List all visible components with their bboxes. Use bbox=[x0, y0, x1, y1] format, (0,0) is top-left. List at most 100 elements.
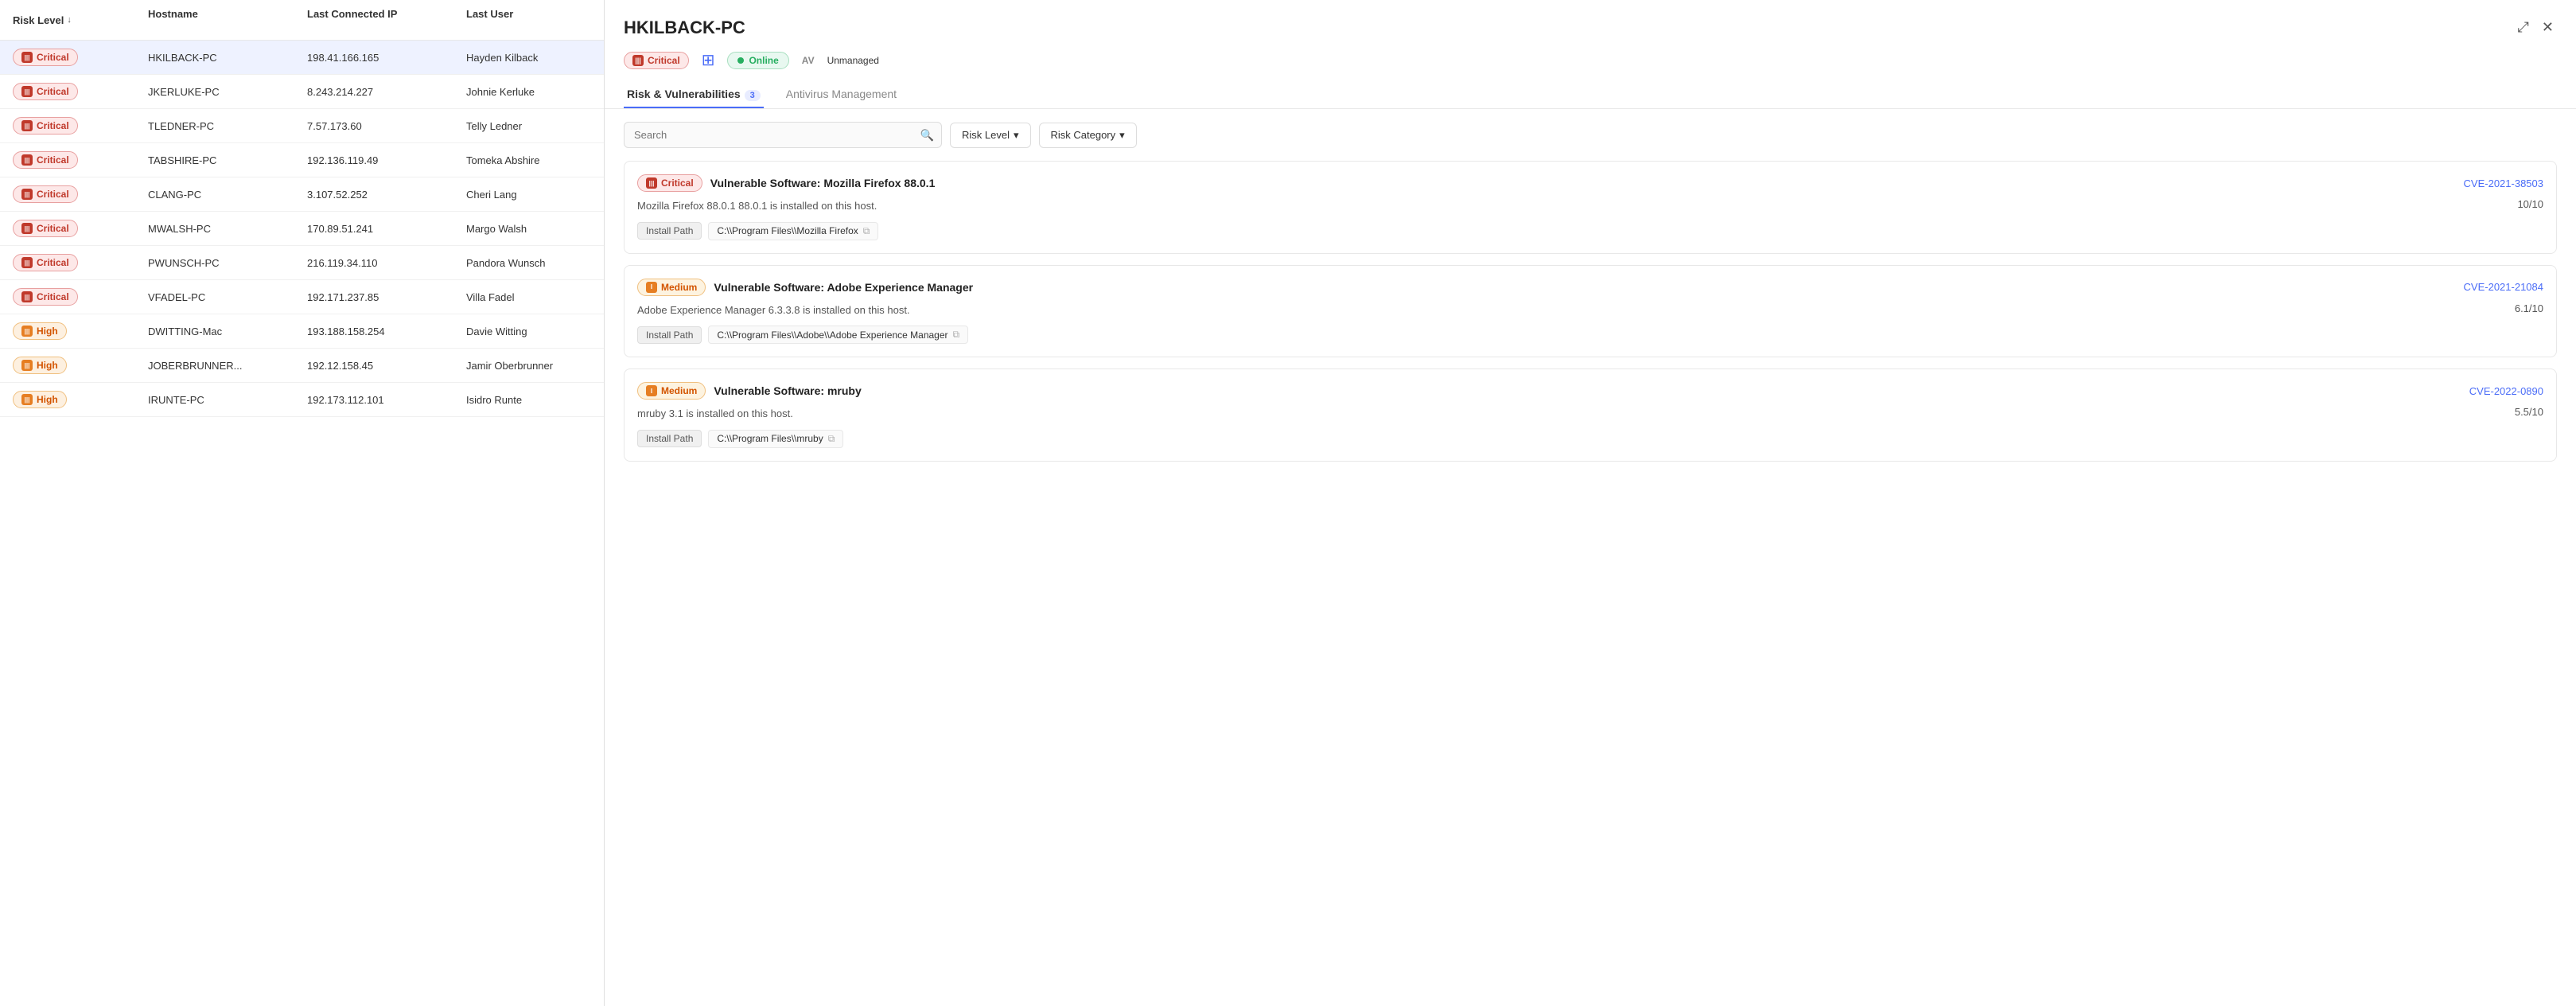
table-row[interactable]: ||| Critical CLANG-PC 3.107.52.252 Cheri… bbox=[0, 177, 604, 212]
vuln-description: Adobe Experience Manager 6.3.3.8 is inst… bbox=[637, 302, 968, 318]
table-row[interactable]: ||| Critical VFADEL-PC 192.171.237.85 Vi… bbox=[0, 280, 604, 314]
install-path-label: Install Path bbox=[637, 430, 702, 447]
last-connected-ip-column-header: Last Connected IP bbox=[307, 8, 466, 32]
risk-badge: ||| Critical bbox=[13, 151, 78, 169]
cve-link[interactable]: CVE-2021-38503 bbox=[2464, 177, 2543, 189]
search-filter-row: 🔍 Risk Level ▾ Risk Category ▾ bbox=[624, 122, 2557, 148]
risk-badge: ||| Critical bbox=[13, 220, 78, 237]
vuln-title: Vulnerable Software: mruby bbox=[714, 384, 861, 397]
ip-cell: 7.57.173.60 bbox=[307, 120, 466, 132]
ip-cell: 170.89.51.241 bbox=[307, 223, 466, 235]
sort-icon: ↓ bbox=[67, 15, 72, 25]
user-cell: Johnie Kerluke bbox=[466, 86, 604, 98]
ip-cell: 3.107.52.252 bbox=[307, 189, 466, 201]
device-detail-panel: HKILBACK-PC ⤢ ✕ ||| Critical ⊞ Online AV… bbox=[605, 0, 2576, 1006]
search-input[interactable] bbox=[624, 122, 942, 148]
expand-button[interactable]: ⤢ bbox=[2515, 16, 2532, 39]
critical-badge-icon: ||| bbox=[632, 55, 644, 66]
table-row[interactable]: ||| High JOBERBRUNNER... 192.12.158.45 J… bbox=[0, 349, 604, 383]
vuln-score: 10/10 bbox=[2517, 198, 2543, 210]
user-cell: Cheri Lang bbox=[466, 189, 604, 201]
medium-icon: I bbox=[646, 282, 657, 293]
vulnerability-list: ||| Critical Vulnerable Software: Mozill… bbox=[624, 161, 2557, 462]
detail-content: 🔍 Risk Level ▾ Risk Category ▾ ||| Criti… bbox=[605, 109, 2576, 1006]
copy-icon[interactable]: ⧉ bbox=[953, 329, 960, 341]
risk-cell: ||| Critical bbox=[13, 49, 148, 66]
copy-icon[interactable]: ⧉ bbox=[828, 433, 835, 445]
risk-level-filter[interactable]: Risk Level ▾ bbox=[950, 123, 1031, 148]
install-path-label: Install Path bbox=[637, 326, 702, 344]
device-risk-badge: ||| Critical bbox=[624, 52, 689, 69]
device-status-label: Online bbox=[749, 55, 778, 66]
tab-count: 3 bbox=[745, 90, 761, 101]
table-header: Risk Level ↓ Hostname Last Connected IP … bbox=[0, 0, 604, 41]
tab-risk-&-vulnerabilities[interactable]: Risk & Vulnerabilities3 bbox=[624, 81, 764, 108]
user-cell: Isidro Runte bbox=[466, 394, 604, 406]
ip-cell: 192.173.112.101 bbox=[307, 394, 466, 406]
install-path-value: C:\\Program Files\\Adobe\\Adobe Experien… bbox=[708, 326, 968, 344]
user-cell: Margo Walsh bbox=[466, 223, 604, 235]
chevron-down-icon-2: ▾ bbox=[1119, 129, 1125, 142]
cve-link[interactable]: CVE-2022-0890 bbox=[2469, 385, 2543, 397]
copy-icon[interactable]: ⧉ bbox=[863, 225, 870, 237]
risk-category-filter[interactable]: Risk Category ▾ bbox=[1039, 123, 1137, 148]
table-row[interactable]: ||| Critical TABSHIRE-PC 192.136.119.49 … bbox=[0, 143, 604, 177]
risk-badge: ||| Critical bbox=[13, 49, 78, 66]
user-cell: Hayden Kilback bbox=[466, 52, 604, 64]
device-detail-header: HKILBACK-PC ⤢ ✕ ||| Critical ⊞ Online AV… bbox=[605, 0, 2576, 109]
ip-cell: 192.136.119.49 bbox=[307, 154, 466, 166]
device-status-badge: Online bbox=[727, 52, 788, 69]
table-row[interactable]: ||| High IRUNTE-PC 192.173.112.101 Isidr… bbox=[0, 383, 604, 417]
risk-icon: ||| bbox=[21, 120, 33, 131]
hostname-cell: TABSHIRE-PC bbox=[148, 154, 307, 166]
risk-badge: ||| Critical bbox=[13, 254, 78, 271]
tab-antivirus-management[interactable]: Antivirus Management bbox=[783, 81, 900, 108]
cve-link[interactable]: CVE-2021-21084 bbox=[2464, 281, 2543, 293]
risk-cell: ||| Critical bbox=[13, 220, 148, 237]
table-row[interactable]: ||| High DWITTING-Mac 193.188.158.254 Da… bbox=[0, 314, 604, 349]
ip-cell: 192.171.237.85 bbox=[307, 291, 466, 303]
detail-tabs: Risk & Vulnerabilities3 Antivirus Managem… bbox=[624, 81, 2557, 108]
risk-cell: ||| High bbox=[13, 357, 148, 374]
user-cell: Telly Ledner bbox=[466, 120, 604, 132]
ip-cell: 198.41.166.165 bbox=[307, 52, 466, 64]
risk-icon: ||| bbox=[21, 52, 33, 63]
av-value: Unmanaged bbox=[827, 55, 879, 66]
online-dot bbox=[737, 57, 744, 64]
vuln-body: Mozilla Firefox 88.0.1 88.0.1 is install… bbox=[637, 198, 2543, 240]
vuln-risk-badge: ||| Critical bbox=[637, 174, 702, 192]
hostname-cell: HKILBACK-PC bbox=[148, 52, 307, 64]
vuln-body: mruby 3.1 is installed on this host. Ins… bbox=[637, 406, 2543, 448]
risk-cell: ||| Critical bbox=[13, 254, 148, 271]
vuln-score: 6.1/10 bbox=[2515, 302, 2543, 314]
risk-icon: ||| bbox=[21, 86, 33, 97]
risk-icon: ||| bbox=[21, 394, 33, 405]
risk-level-column-header[interactable]: Risk Level ↓ bbox=[13, 8, 148, 32]
table-row[interactable]: ||| Critical HKILBACK-PC 198.41.166.165 … bbox=[0, 41, 604, 75]
risk-cell: ||| Critical bbox=[13, 288, 148, 306]
install-path-row: Install Path C:\\Program Files\\Mozilla … bbox=[637, 222, 878, 240]
risk-badge: ||| Critical bbox=[13, 83, 78, 100]
risk-badge: ||| Critical bbox=[13, 117, 78, 135]
close-button[interactable]: ✕ bbox=[2539, 16, 2557, 39]
install-path-row: Install Path C:\\Program Files\\Adobe\\A… bbox=[637, 326, 968, 344]
risk-level-label: Risk Level bbox=[13, 14, 64, 26]
detail-title-row: HKILBACK-PC ⤢ ✕ bbox=[624, 16, 2557, 39]
table-row[interactable]: ||| Critical JKERLUKE-PC 8.243.214.227 J… bbox=[0, 75, 604, 109]
vuln-description: Mozilla Firefox 88.0.1 88.0.1 is install… bbox=[637, 198, 878, 214]
risk-badge: ||| High bbox=[13, 357, 67, 374]
risk-icon: ||| bbox=[21, 189, 33, 200]
detail-actions: ⤢ ✕ bbox=[2515, 16, 2558, 39]
table-row[interactable]: ||| Critical PWUNSCH-PC 216.119.34.110 P… bbox=[0, 246, 604, 280]
ip-cell: 192.12.158.45 bbox=[307, 360, 466, 372]
risk-icon: ||| bbox=[21, 154, 33, 166]
search-icon: 🔍 bbox=[920, 128, 934, 142]
table-row[interactable]: ||| Critical MWALSH-PC 170.89.51.241 Mar… bbox=[0, 212, 604, 246]
vuln-description: mruby 3.1 is installed on this host. bbox=[637, 406, 843, 422]
vuln-card-header: ||| Critical Vulnerable Software: Mozill… bbox=[637, 174, 2543, 192]
table-row[interactable]: ||| Critical TLEDNER-PC 7.57.173.60 Tell… bbox=[0, 109, 604, 143]
hostname-cell: MWALSH-PC bbox=[148, 223, 307, 235]
hostname-cell: PWUNSCH-PC bbox=[148, 257, 307, 269]
av-label: AV bbox=[802, 55, 815, 66]
hostname-cell: IRUNTE-PC bbox=[148, 394, 307, 406]
